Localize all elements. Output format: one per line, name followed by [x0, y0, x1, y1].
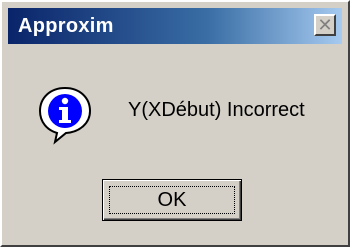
close-button[interactable]: ✕	[314, 14, 336, 36]
info-icon	[38, 86, 92, 145]
ok-button[interactable]: OK	[102, 179, 242, 221]
close-icon: ✕	[317, 15, 333, 35]
ok-button-label: OK	[157, 189, 187, 211]
window-title: Approxim	[18, 15, 114, 37]
message-text: Y(XDébut) Incorrect	[128, 99, 305, 121]
message-dialog: Approxim ✕ Y(XDébut) Incorrect OK	[0, 0, 350, 247]
title-bar[interactable]: Approxim ✕	[8, 8, 342, 44]
